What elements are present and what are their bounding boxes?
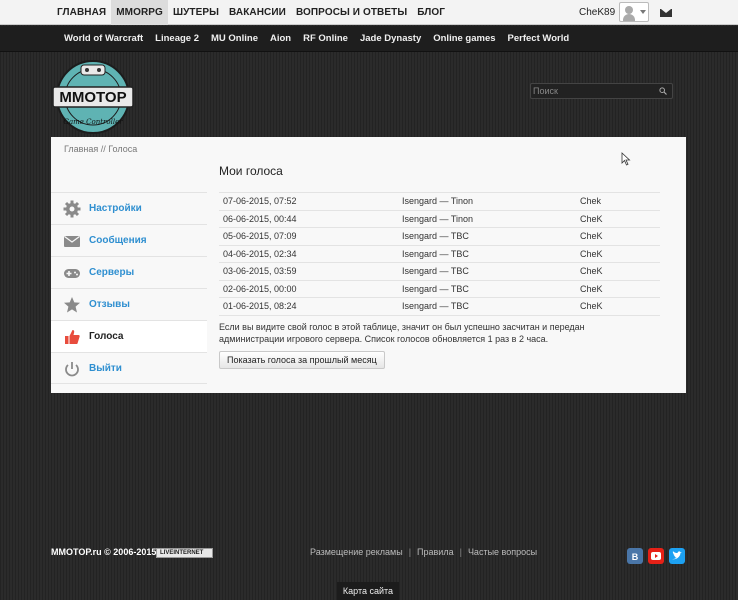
game-link-rf-online[interactable]: RF Online xyxy=(297,26,354,52)
sidebar-item-label: Выйти xyxy=(89,363,122,374)
sidebar-item-settings[interactable]: Настройки xyxy=(51,192,207,224)
nav-item-qa[interactable]: ВОПРОСЫ И ОТВЕТЫ xyxy=(291,0,412,25)
nav-item-vacancies[interactable]: ВАКАНСИИ xyxy=(224,0,291,25)
user-avatar-body xyxy=(623,14,635,21)
chevron-down-icon xyxy=(640,10,646,14)
sidebar-item-label: Отзывы xyxy=(89,299,130,310)
vote-user: CheK xyxy=(580,248,603,259)
gear-icon xyxy=(63,200,81,218)
show-previous-month-button[interactable]: Показать голоса за прошлый месяц xyxy=(219,351,385,369)
nav-item-mmorpg[interactable]: MMORPG xyxy=(111,0,168,25)
copyright: MMOTOP.ru © 2006-2015 xyxy=(51,547,157,557)
table-row: 01-06-2015, 08:24 Isengard — TBC CheK xyxy=(219,298,660,316)
top-bar: ГЛАВНАЯ MMORPG ШУТЕРЫ ВАКАНСИИ ВОПРОСЫ И… xyxy=(0,0,738,25)
user-avatar-icon xyxy=(625,6,633,14)
sidebar-item-votes[interactable]: Голоса xyxy=(51,320,207,352)
mouse-cursor-icon xyxy=(621,152,631,166)
thumbs-up-icon xyxy=(65,330,80,344)
power-icon xyxy=(65,362,79,377)
envelope-icon xyxy=(64,236,80,247)
vote-user: CheK xyxy=(580,231,603,241)
vote-user: CheK xyxy=(580,283,603,294)
vote-server: Isengard — TBC xyxy=(402,231,469,241)
table-row: 03-06-2015, 03:59 Isengard — TBC CheK xyxy=(219,263,660,281)
sitemap-link[interactable]: Карта сайта xyxy=(337,582,399,600)
table-row: 02-06-2015, 00:00 Isengard — TBC CheK xyxy=(219,281,660,298)
sidebar-item-servers[interactable]: Серверы xyxy=(51,256,207,288)
youtube-icon[interactable] xyxy=(648,548,664,564)
search-input[interactable] xyxy=(533,84,653,98)
username-link[interactable]: CheK89 xyxy=(579,0,615,25)
game-link-lineage2[interactable]: Lineage 2 xyxy=(149,26,205,52)
star-icon xyxy=(64,297,80,313)
game-nav-items: World of Warcraft Lineage 2 MU Online Ai… xyxy=(58,26,575,52)
vote-server: Isengard — Tinon xyxy=(402,196,474,206)
search-icon[interactable] xyxy=(659,87,667,95)
content-panel: Главная // Голоса Мои голоса Настройки С… xyxy=(51,137,686,393)
game-link-jade-dynasty[interactable]: Jade Dynasty xyxy=(354,26,427,52)
game-nav: World of Warcraft Lineage 2 MU Online Ai… xyxy=(0,26,738,52)
footer-separator: | xyxy=(408,547,412,557)
vote-user: CheK xyxy=(580,301,603,311)
votes-table: 07-06-2015, 07:52 Isengard — Tinon Chek … xyxy=(219,192,660,316)
account-sidebar: Настройки Сообщения Серверы Отзывы Голос… xyxy=(51,192,207,384)
table-row: 06-06-2015, 00:44 Isengard — Tinon CheK xyxy=(219,211,660,228)
table-row: 07-06-2015, 07:52 Isengard — Tinon Chek xyxy=(219,193,660,211)
footer-links: Размещение рекламы | Правила | Частые во… xyxy=(310,547,537,557)
footer-link-rules[interactable]: Правила xyxy=(417,547,454,557)
nav-item-blog[interactable]: БЛОГ xyxy=(412,0,450,25)
game-link-wow[interactable]: World of Warcraft xyxy=(58,26,149,52)
vote-server: Isengard — TBC xyxy=(402,248,469,259)
vote-date: 07-06-2015, 07:52 xyxy=(223,196,297,206)
counter-label: LIVEINTERNET xyxy=(160,550,204,556)
table-row: 05-06-2015, 07:09 Isengard — TBC CheK xyxy=(219,228,660,246)
game-link-aion[interactable]: Aion xyxy=(264,26,297,52)
svg-text:В: В xyxy=(632,552,639,562)
liveinternet-counter[interactable]: LIVEINTERNET xyxy=(156,548,213,558)
site-logo[interactable]: MMOTOP Game Controller xyxy=(51,57,135,135)
vote-date: 06-06-2015, 00:44 xyxy=(223,213,297,224)
mail-icon[interactable] xyxy=(660,9,672,17)
vote-date: 04-06-2015, 02:34 xyxy=(223,248,297,259)
page-title: Мои голоса xyxy=(219,164,283,178)
vote-date: 01-06-2015, 08:24 xyxy=(223,301,297,311)
vote-date: 02-06-2015, 00:00 xyxy=(223,283,297,294)
sidebar-item-label: Настройки xyxy=(89,203,142,214)
table-row: 04-06-2015, 02:34 Isengard — TBC CheK xyxy=(219,246,660,263)
main-nav: ГЛАВНАЯ MMORPG ШУТЕРЫ ВАКАНСИИ ВОПРОСЫ И… xyxy=(52,0,450,25)
sidebar-item-reviews[interactable]: Отзывы xyxy=(51,288,207,320)
logo-text: MMOTOP xyxy=(59,89,126,106)
vote-date: 05-06-2015, 07:09 xyxy=(223,231,297,241)
vote-server: Isengard — TBC xyxy=(402,301,469,311)
vote-date: 03-06-2015, 03:59 xyxy=(223,266,297,276)
vk-icon[interactable]: В xyxy=(627,548,643,564)
logo-tagline: Game Controller xyxy=(63,118,123,126)
sidebar-item-messages[interactable]: Сообщения xyxy=(51,224,207,256)
sidebar-item-logout[interactable]: Выйти xyxy=(51,352,207,384)
footer-link-faq[interactable]: Частые вопросы xyxy=(468,547,537,557)
vote-server: Isengard — Tinon xyxy=(402,213,474,224)
footer-link-advertising[interactable]: Размещение рекламы xyxy=(310,547,403,557)
nav-item-main[interactable]: ГЛАВНАЯ xyxy=(52,0,111,25)
nav-item-shooters[interactable]: ШУТЕРЫ xyxy=(168,0,224,25)
breadcrumb[interactable]: Главная // Голоса xyxy=(64,144,137,154)
vote-server: Isengard — TBC xyxy=(402,266,469,276)
sidebar-item-label: Серверы xyxy=(89,267,135,278)
game-link-mu-online[interactable]: MU Online xyxy=(205,26,264,52)
twitter-icon[interactable] xyxy=(669,548,685,564)
gamepad-icon xyxy=(64,269,80,278)
vote-server: Isengard — TBC xyxy=(402,283,469,294)
vote-user: CheK xyxy=(580,213,603,224)
votes-note: Если вы видите свой голос в этой таблице… xyxy=(219,322,585,344)
vote-user: Chek xyxy=(580,196,602,206)
footer-separator: | xyxy=(459,547,462,557)
avatar-dropdown[interactable] xyxy=(619,2,649,22)
game-link-online-games[interactable]: Online games xyxy=(427,26,501,52)
vote-user: CheK xyxy=(580,266,603,276)
search-box xyxy=(530,83,673,99)
sidebar-item-label: Голоса xyxy=(89,331,124,342)
game-link-perfect-world[interactable]: Perfect World xyxy=(502,26,576,52)
sidebar-item-label: Сообщения xyxy=(89,235,147,246)
